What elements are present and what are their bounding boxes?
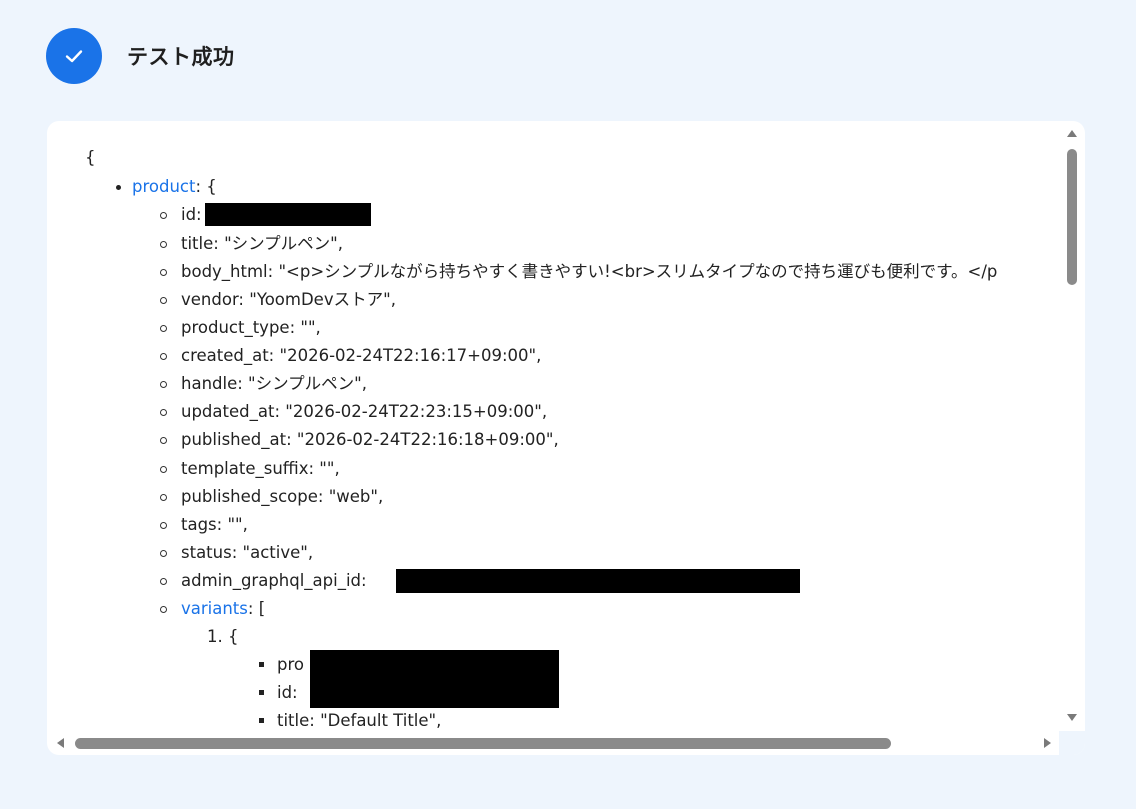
- list-bullet: [160, 437, 167, 444]
- field-template-suffix: template_suffix: "",: [181, 459, 340, 478]
- success-check-icon: [46, 28, 102, 84]
- variant-field-product-id: pro: [277, 655, 304, 674]
- field-product-type: product_type: "",: [181, 318, 321, 337]
- scrollbar-corner: [1059, 731, 1085, 755]
- field-published-scope: published_scope: "web",: [181, 487, 384, 506]
- field-status: status: "active",: [181, 543, 314, 562]
- field-tags: tags: "",: [181, 515, 248, 534]
- list-bullet: [259, 662, 264, 667]
- product-node: product: {: [132, 175, 217, 199]
- list-bullet: [160, 325, 167, 332]
- field-vendor: vendor: "YoomDevストア",: [181, 290, 396, 309]
- field-id: id:: [181, 205, 202, 224]
- list-bullet: [160, 494, 167, 501]
- variant-field-id: id:: [277, 683, 298, 702]
- field-body-html: body_html: "<p>シンプルながら持ちやすく書きやすい!<br>スリム…: [181, 262, 998, 281]
- list-bullet: [259, 690, 264, 695]
- product-key-link[interactable]: product: [132, 177, 195, 196]
- field-updated-at: updated_at: "2026-02-24T22:23:15+09:00",: [181, 402, 548, 421]
- list-bullet: [160, 381, 167, 388]
- json-result-panel[interactable]: { product: { id: title: "シンプルペン", body_h…: [47, 121, 1085, 755]
- vertical-scroll-thumb[interactable]: [1067, 149, 1077, 285]
- redacted-block: [205, 203, 371, 226]
- list-bullet: [160, 522, 167, 529]
- field-created-at: created_at: "2026-02-24T22:16:17+09:00",: [181, 346, 542, 365]
- horizontal-scroll-thumb[interactable]: [75, 738, 891, 749]
- scroll-down-arrow-icon[interactable]: [1067, 714, 1077, 721]
- variants-key-link[interactable]: variants: [181, 599, 248, 618]
- scroll-up-arrow-icon[interactable]: [1067, 130, 1077, 137]
- vertical-scrollbar[interactable]: [1059, 121, 1085, 731]
- json-tree: { product: { id: title: "シンプルペン", body_h…: [47, 121, 1059, 731]
- scroll-right-arrow-icon[interactable]: [1044, 738, 1051, 748]
- variant-field-title: title: "Default Title",: [277, 711, 442, 730]
- scroll-left-arrow-icon[interactable]: [57, 738, 64, 748]
- list-bullet: [160, 409, 167, 416]
- field-title: title: "シンプルペン",: [181, 234, 343, 253]
- redacted-block: [310, 650, 559, 708]
- list-bullet: [160, 550, 167, 557]
- list-bullet: [160, 353, 167, 360]
- field-published-at: published_at: "2026-02-24T22:16:18+09:00…: [181, 430, 559, 449]
- product-open: : {: [195, 177, 217, 196]
- field-handle: handle: "シンプルペン",: [181, 374, 367, 393]
- list-bullet: [160, 578, 167, 585]
- variant-index: 1. {: [207, 627, 239, 646]
- list-bullet: [259, 718, 264, 723]
- list-bullet: [160, 212, 167, 219]
- list-bullet: [160, 297, 167, 304]
- result-header: テスト成功: [46, 28, 235, 84]
- list-bullet: [160, 241, 167, 248]
- redacted-block: [396, 569, 800, 593]
- variants-open: : [: [247, 599, 266, 618]
- json-open-brace: {: [85, 148, 96, 167]
- list-bullet: [160, 466, 167, 473]
- list-bullet: [116, 185, 121, 190]
- field-admin-graphql-api-id: admin_graphql_api_id:: [181, 571, 367, 590]
- list-bullet: [160, 606, 167, 613]
- variants-node: variants: [: [181, 597, 265, 621]
- list-bullet: [160, 269, 167, 276]
- check-icon: [65, 50, 83, 63]
- horizontal-scrollbar[interactable]: [47, 731, 1059, 755]
- page-title: テスト成功: [127, 45, 235, 69]
